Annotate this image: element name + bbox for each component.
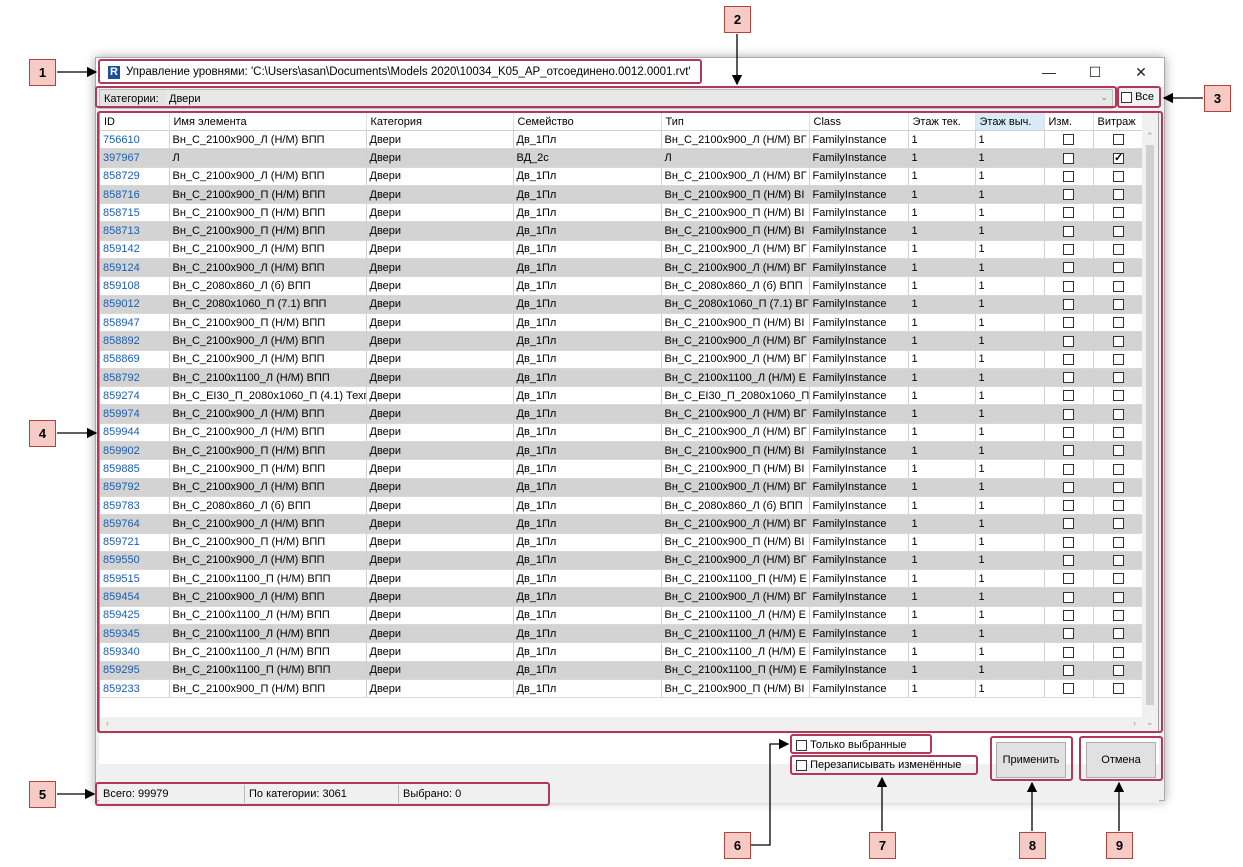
close-button[interactable]: ✕	[1118, 58, 1164, 87]
callout-2: 2	[724, 6, 751, 33]
callout-9: 9	[1106, 832, 1133, 859]
callout-3: 3	[1204, 85, 1231, 112]
frame-cancel	[1079, 736, 1163, 781]
maximize-button[interactable]: ☐	[1072, 58, 1118, 87]
callout-4: 4	[29, 420, 56, 447]
frame-apply	[990, 736, 1073, 781]
frame-table	[97, 111, 1163, 733]
callout-8: 8	[1019, 832, 1046, 859]
callout-7: 7	[869, 832, 896, 859]
minimize-button[interactable]: —	[1026, 58, 1072, 87]
callout-6: 6	[724, 832, 751, 859]
frame-all	[1117, 86, 1161, 108]
frame-overwrite	[790, 755, 978, 775]
callout-1: 1	[29, 59, 56, 86]
frame-title	[98, 59, 702, 84]
frame-only-selected	[790, 734, 932, 754]
frame-status	[95, 782, 550, 806]
frame-category	[95, 86, 1117, 108]
callout-5: 5	[29, 781, 56, 808]
